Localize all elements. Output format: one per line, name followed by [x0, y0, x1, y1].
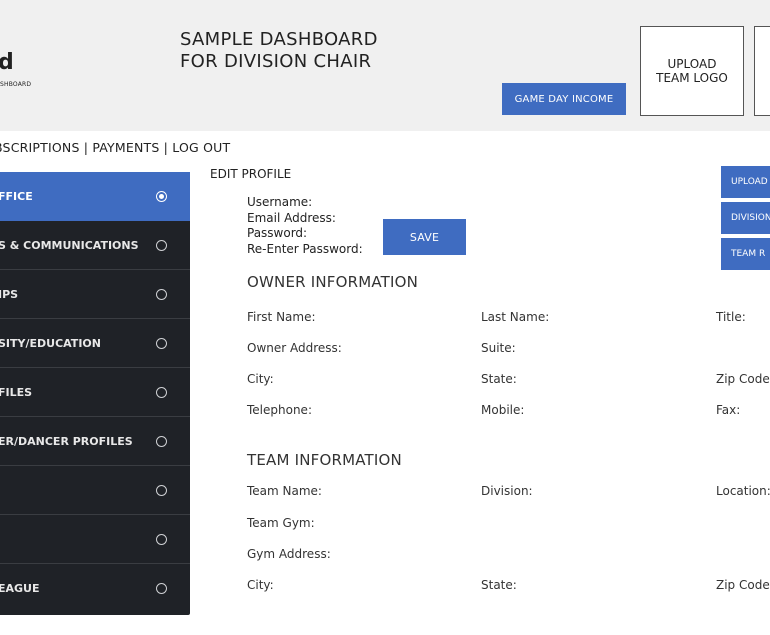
- last-name-label: Last Name:: [481, 310, 550, 324]
- sidebar-item-label: IPS: [0, 287, 19, 301]
- sidebar-item-label: FFICE: [0, 190, 33, 203]
- save-button[interactable]: SAVE: [383, 219, 466, 255]
- gym-address-label: Gym Address:: [247, 547, 331, 561]
- city-label: City:: [247, 372, 274, 386]
- state-label: State:: [481, 372, 517, 386]
- zip-code-label: Zip Code:: [716, 372, 770, 386]
- page-title: SAMPLE DASHBOARD FOR DIVISION CHAIR: [180, 29, 378, 73]
- sidebar-item-blank-1[interactable]: [0, 466, 190, 515]
- division-button[interactable]: DIVISION: [721, 202, 770, 234]
- title-label: Title:: [716, 310, 746, 324]
- location-label: Location:: [716, 484, 770, 498]
- suite-label: Suite:: [481, 341, 516, 355]
- sidebar-item-label: FILES: [0, 385, 33, 399]
- radio-icon[interactable]: [156, 239, 167, 251]
- telephone-label: Telephone:: [247, 403, 312, 417]
- division-label: Division:: [481, 484, 533, 498]
- team-information-heading: TEAM INFORMATION: [247, 451, 402, 469]
- logo-subtext: SHBOARD: [0, 81, 32, 88]
- sidebar-item-label: S & COMMUNICATIONS: [0, 238, 139, 252]
- radio-icon[interactable]: [156, 337, 167, 349]
- sidebar-item-blank-2[interactable]: [0, 515, 190, 564]
- team-state-label: State:: [481, 578, 517, 592]
- username-label: Username:: [247, 195, 313, 209]
- radio-selected-icon[interactable]: [156, 191, 167, 202]
- sidebar-item-dancer-profiles[interactable]: ER/DANCER PROFILES: [0, 417, 190, 466]
- page-title-line2: FOR DIVISION CHAIR: [180, 51, 372, 72]
- radio-icon[interactable]: [156, 533, 167, 545]
- sidebar-item-label: SITY/EDUCATION: [0, 336, 101, 350]
- first-name-label: First Name:: [247, 310, 316, 324]
- owner-information-heading: OWNER INFORMATION: [247, 273, 419, 291]
- sidebar: FFICE S & COMMUNICATIONS IPS SITY/EDUCAT…: [0, 172, 190, 615]
- upload-team-logo-line2: TEAM LOGO: [656, 71, 728, 85]
- logo-text: d: [0, 50, 14, 75]
- fax-label: Fax:: [716, 403, 741, 417]
- sidebar-item-label: ER/DANCER PROFILES: [0, 434, 133, 448]
- radio-icon[interactable]: [156, 386, 167, 398]
- password-label: Password:: [247, 226, 308, 240]
- owner-address-label: Owner Address:: [247, 341, 342, 355]
- team-city-label: City:: [247, 578, 274, 592]
- upload-team-logo-button[interactable]: UPLOAD TEAM LOGO: [640, 26, 744, 116]
- sidebar-item-files[interactable]: FILES: [0, 368, 190, 417]
- upload-box-partial[interactable]: [754, 26, 770, 116]
- sidebar-item-label: EAGUE: [0, 582, 40, 595]
- top-nav-links[interactable]: BSCRIPTIONS | PAYMENTS | LOG OUT: [0, 140, 230, 155]
- radio-icon[interactable]: [156, 288, 167, 300]
- team-zip-code-label: Zip Code:: [716, 578, 770, 592]
- sidebar-item-education[interactable]: SITY/EDUCATION: [0, 319, 190, 368]
- sidebar-item-communications[interactable]: S & COMMUNICATIONS: [0, 221, 190, 270]
- game-day-income-button[interactable]: GAME DAY INCOME: [502, 83, 626, 115]
- header-bar: d SHBOARD SAMPLE DASHBOARD FOR DIVISION …: [0, 0, 770, 131]
- radio-icon[interactable]: [156, 484, 167, 496]
- team-button[interactable]: TEAM R: [721, 238, 770, 270]
- team-gym-label: Team Gym:: [247, 516, 315, 530]
- mobile-label: Mobile:: [481, 403, 525, 417]
- page-title-line1: SAMPLE DASHBOARD: [180, 29, 378, 50]
- team-name-label: Team Name:: [247, 484, 322, 498]
- sidebar-item-ips[interactable]: IPS: [0, 270, 190, 319]
- email-label: Email Address:: [247, 210, 336, 225]
- radio-icon[interactable]: [156, 435, 167, 447]
- radio-icon[interactable]: [156, 583, 167, 594]
- sidebar-item-office[interactable]: FFICE: [0, 172, 190, 221]
- reenter-password-label: Re-Enter Password:: [247, 241, 363, 256]
- sidebar-item-league[interactable]: EAGUE: [0, 564, 190, 613]
- edit-profile-heading: EDIT PROFILE: [210, 167, 292, 181]
- credentials-block: Username: Email Address: Password: Re-En…: [247, 195, 363, 257]
- upload-team-logo-line1: UPLOAD: [667, 57, 717, 71]
- upload-button[interactable]: UPLOAD: [721, 166, 770, 198]
